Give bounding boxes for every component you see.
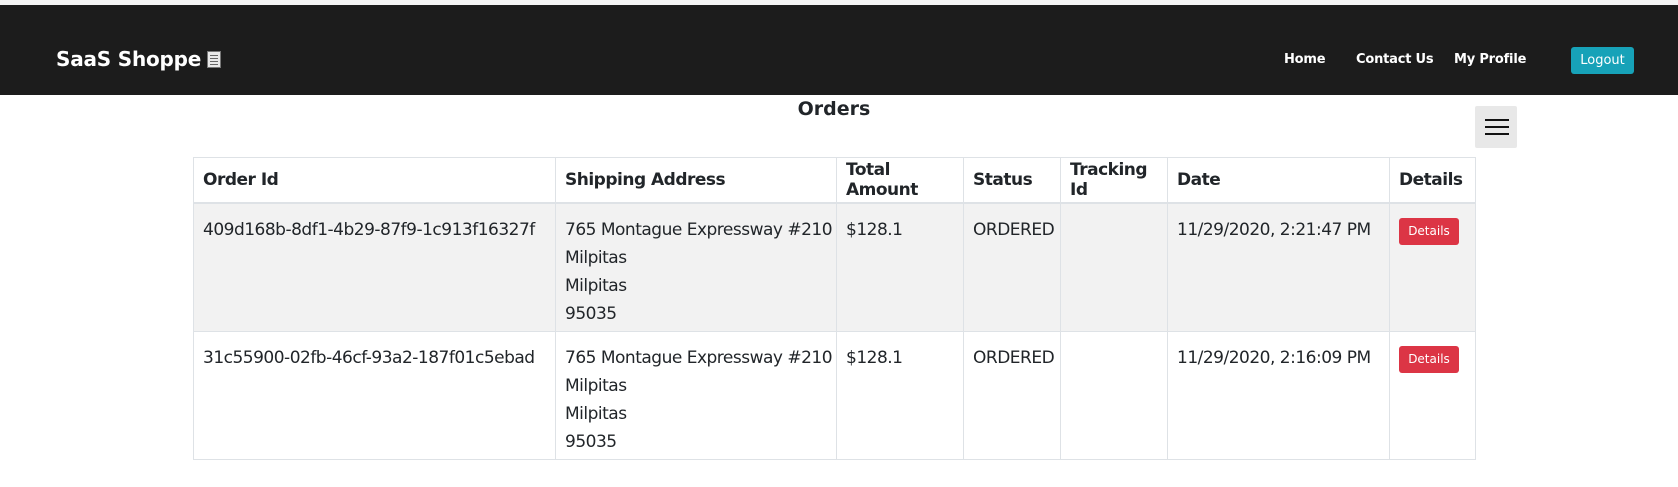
orders-table: Order Id Shipping Address Total Amount S…: [193, 157, 1476, 460]
date-cell: 11/29/2020, 2:16:09 PM: [1167, 330, 1390, 460]
address-line: 765 Montague Expressway #210: [565, 220, 833, 240]
address-line: 95035: [565, 431, 617, 452]
table-header-row: Order Id Shipping Address Total Amount S…: [193, 157, 1476, 204]
column-header-shipping-address: Shipping Address: [555, 157, 837, 204]
order-id-cell: 409d168b-8df1-4b29-87f9-1c913f16327f: [193, 202, 556, 332]
shipping-address-cell: 765 Montague Expressway #210 Milpitas Mi…: [555, 330, 837, 460]
table-row: 409d168b-8df1-4b29-87f9-1c913f16327f 765…: [193, 202, 1476, 332]
navbar: SaaS Shoppe Home Contact Us My Profile L…: [0, 5, 1678, 95]
column-header-date: Date: [1167, 157, 1390, 204]
total-amount-cell: $128.1: [836, 202, 964, 332]
address-line: Milpitas: [565, 375, 627, 396]
order-id-cell: 31c55900-02fb-46cf-93a2-187f01c5ebad: [193, 330, 556, 460]
column-header-status: Status: [963, 157, 1061, 204]
details-button[interactable]: Details: [1399, 218, 1459, 245]
status-cell: ORDERED: [963, 202, 1061, 332]
details-cell: Details: [1389, 330, 1476, 460]
shipping-address-cell: 765 Montague Expressway #210 Milpitas Mi…: [555, 202, 837, 332]
address-line: Milpitas: [565, 248, 627, 268]
hamburger-icon[interactable]: [1475, 106, 1517, 148]
nav-link-contact-us[interactable]: Contact Us: [1356, 52, 1434, 67]
details-button[interactable]: Details: [1399, 345, 1459, 373]
brand[interactable]: SaaS Shoppe: [56, 47, 222, 71]
tracking-id-cell: [1060, 330, 1168, 460]
document-icon: [207, 50, 222, 68]
address-line: 95035: [565, 304, 617, 324]
column-header-tracking-id: Tracking Id: [1060, 157, 1168, 204]
date-cell: 11/29/2020, 2:21:47 PM: [1167, 202, 1390, 332]
details-cell: Details: [1389, 202, 1476, 332]
address-line: Milpitas: [565, 276, 627, 296]
nav-link-my-profile[interactable]: My Profile: [1454, 52, 1526, 67]
logout-button[interactable]: Logout: [1571, 47, 1634, 74]
brand-name[interactable]: SaaS Shoppe: [56, 47, 201, 71]
nav-link-home[interactable]: Home: [1284, 52, 1326, 67]
column-header-total-amount: Total Amount: [836, 157, 964, 204]
address-line: 765 Montague Expressway #210: [565, 347, 833, 368]
tracking-id-cell: [1060, 202, 1168, 332]
status-cell: ORDERED: [963, 330, 1061, 460]
total-amount-cell: $128.1: [836, 330, 964, 460]
table-row: 31c55900-02fb-46cf-93a2-187f01c5ebad 765…: [193, 330, 1476, 460]
column-header-order-id: Order Id: [193, 157, 556, 204]
address-line: Milpitas: [565, 403, 627, 424]
column-header-details: Details: [1389, 157, 1476, 204]
page-title: Orders: [797, 98, 871, 120]
